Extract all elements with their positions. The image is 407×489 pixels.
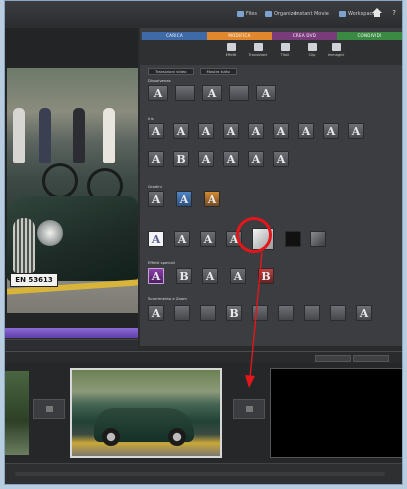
- timeline-button[interactable]: [353, 355, 389, 362]
- workspace-icon: [339, 11, 346, 17]
- transition-tile[interactable]: A: [273, 151, 289, 167]
- section-label: Scorrimento e Zoom: [148, 296, 187, 301]
- clip-icon: [307, 43, 317, 51]
- tab-carica[interactable]: CARICA: [142, 32, 207, 40]
- transition-tile[interactable]: A: [148, 305, 164, 321]
- transition-tile[interactable]: A: [173, 123, 189, 139]
- transition-slot-target[interactable]: [233, 399, 265, 419]
- menu-files[interactable]: Files: [237, 9, 257, 19]
- preview-scrubber[interactable]: [5, 328, 138, 338]
- clip-thumbnail-selected[interactable]: [70, 368, 222, 458]
- clip-thumbnail[interactable]: [5, 371, 29, 455]
- transition-tile[interactable]: A: [356, 305, 372, 321]
- edit-panel: CARICA MODIFICA CREA DVD CONDIVIDI Effet…: [140, 28, 402, 346]
- transition-tile[interactable]: [229, 85, 249, 101]
- transition-tile[interactable]: A: [148, 231, 164, 247]
- transition-tile[interactable]: A: [176, 191, 192, 207]
- transition-tile[interactable]: A: [204, 191, 220, 207]
- show-dropdown[interactable]: Mostra tutto: [199, 68, 237, 75]
- transition-tile[interactable]: B: [176, 268, 192, 284]
- transition-tile[interactable]: A: [148, 191, 164, 207]
- transition-tile[interactable]: A: [256, 85, 276, 101]
- transition-tile[interactable]: [310, 231, 326, 247]
- transitions-icon: [253, 43, 263, 51]
- transition-tile[interactable]: A: [174, 231, 190, 247]
- images-button[interactable]: Immagini: [326, 43, 346, 63]
- menu-instant-movie[interactable]: Instant Movie: [295, 9, 329, 19]
- timeline: [5, 363, 402, 463]
- transitions-button[interactable]: Transizioni: [248, 43, 268, 63]
- transition-tile[interactable]: [200, 305, 216, 321]
- transition-tile[interactable]: [174, 305, 190, 321]
- transition-tile[interactable]: [278, 305, 294, 321]
- transition-tile[interactable]: A: [198, 123, 214, 139]
- category-dropdown[interactable]: Transizioni video: [148, 68, 194, 75]
- section-label: Iris: [148, 116, 154, 121]
- transition-tile[interactable]: A: [223, 123, 239, 139]
- menu-workspace[interactable]: Workspace: [339, 9, 375, 19]
- transition-tile[interactable]: [175, 85, 195, 101]
- transition-tile[interactable]: A: [202, 268, 218, 284]
- clip-thumbnail-black[interactable]: [270, 368, 402, 458]
- transition-tile[interactable]: A: [223, 151, 239, 167]
- titles-icon: [280, 43, 290, 51]
- transition-tile[interactable]: A: [248, 151, 264, 167]
- tab-modifica[interactable]: MODIFICA: [207, 32, 272, 40]
- section-label: Gradini: [148, 184, 162, 189]
- transition-tile[interactable]: A: [198, 151, 214, 167]
- section-label: Effetti speciali: [148, 260, 175, 265]
- effects-icon: [226, 43, 236, 51]
- transition-tile[interactable]: [330, 305, 346, 321]
- transition-tile[interactable]: B: [173, 151, 189, 167]
- effects-button[interactable]: Effetti: [221, 43, 241, 63]
- transition-tile[interactable]: A: [323, 123, 339, 139]
- transition-tile[interactable]: A: [148, 268, 164, 284]
- help-icon[interactable]: ?: [392, 9, 396, 17]
- transition-tile[interactable]: A: [248, 123, 264, 139]
- transport-controls[interactable]: [5, 339, 138, 349]
- tab-crea-dvd[interactable]: CREA DVD: [272, 32, 337, 40]
- timeline-scrollbar[interactable]: [5, 463, 402, 484]
- transition-slot[interactable]: [33, 399, 65, 419]
- clip-image: [72, 370, 220, 456]
- menu-organizer[interactable]: Organizer: [265, 9, 298, 19]
- transition-tile[interactable]: A: [202, 85, 222, 101]
- highlight-circle: [236, 217, 272, 253]
- preview-monitor: EN 53613: [5, 28, 138, 349]
- images-icon: [331, 43, 341, 51]
- top-menu-bar: Files Organizer Instant Movie Workspace …: [5, 1, 402, 28]
- home-icon[interactable]: [372, 8, 382, 18]
- clip-button[interactable]: Clip: [302, 43, 322, 63]
- titles-button[interactable]: Titoli: [275, 43, 295, 63]
- transition-tile[interactable]: B: [226, 305, 242, 321]
- transition-tile[interactable]: A: [148, 123, 164, 139]
- transition-tile[interactable]: A: [148, 151, 164, 167]
- filter-row: Transizioni video Mostra tutto: [148, 68, 237, 75]
- edit-subbar: Effetti Transizioni Titoli Clip Immagini: [140, 40, 402, 65]
- transition-tile[interactable]: [304, 305, 320, 321]
- transition-tile[interactable]: A: [148, 85, 168, 101]
- files-icon: [237, 11, 244, 17]
- preview-image: EN 53613: [7, 68, 138, 313]
- app-window: Files Organizer Instant Movie Workspace …: [4, 0, 403, 485]
- transition-tile[interactable]: B: [258, 268, 274, 284]
- tab-condividi[interactable]: CONDIVIDI: [337, 32, 402, 40]
- transition-tile[interactable]: A: [298, 123, 314, 139]
- license-plate: EN 53613: [10, 273, 58, 287]
- transition-tile[interactable]: A: [348, 123, 364, 139]
- workflow-tabs: CARICA MODIFICA CREA DVD CONDIVIDI: [142, 32, 402, 40]
- transition-tile[interactable]: A: [273, 123, 289, 139]
- transition-tile[interactable]: A: [200, 231, 216, 247]
- transition-tile[interactable]: [252, 305, 268, 321]
- organizer-icon: [265, 11, 272, 17]
- transition-tile[interactable]: A: [230, 268, 246, 284]
- section-label: Dissolvenza: [148, 78, 171, 83]
- timeline-button[interactable]: [315, 355, 351, 362]
- transition-tile[interactable]: [285, 231, 301, 247]
